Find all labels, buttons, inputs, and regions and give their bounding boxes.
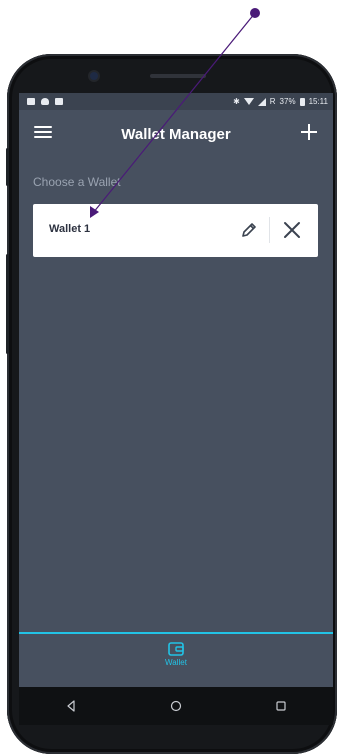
divider <box>269 217 270 243</box>
app-screen: ✱ R 37% 15:11 Wallet Manager Choose a Wa… <box>19 93 333 687</box>
roaming-indicator: R <box>269 97 276 106</box>
system-navigation-bar <box>19 687 333 725</box>
wallet-name: Wallet 1 <box>49 223 91 235</box>
image-notification-icon <box>55 98 63 105</box>
close-icon[interactable] <box>281 219 303 241</box>
battery-percent: 37% <box>279 97 296 106</box>
notification-icon <box>41 98 49 105</box>
battery-icon <box>299 97 305 106</box>
app-bar: Wallet Manager <box>19 110 333 158</box>
bottom-navigation: Wallet <box>19 632 333 687</box>
nav-tab-label: Wallet <box>165 658 187 667</box>
wifi-icon <box>243 98 254 105</box>
back-icon[interactable] <box>61 696 81 716</box>
recents-icon[interactable] <box>271 696 291 716</box>
wallet-list-item[interactable]: Wallet 1 <box>33 204 318 257</box>
nav-tab-wallet[interactable]: Wallet <box>156 642 196 682</box>
add-wallet-icon[interactable] <box>299 122 319 142</box>
section-label: Choose a Wallet <box>33 175 121 189</box>
status-bar: ✱ R 37% 15:11 <box>19 93 333 110</box>
signal-icon <box>257 97 266 106</box>
front-camera <box>90 72 98 80</box>
page-title: Wallet Manager <box>121 125 231 143</box>
clock: 15:11 <box>308 97 328 106</box>
notification-icon <box>27 98 35 105</box>
earpiece <box>150 74 206 78</box>
bluetooth-icon: ✱ <box>233 97 240 106</box>
annotation-dot <box>250 8 260 18</box>
volume-button <box>6 148 9 186</box>
hamburger-menu-icon[interactable] <box>34 124 52 140</box>
power-button <box>6 254 9 354</box>
wallet-icon <box>168 642 184 656</box>
home-icon[interactable] <box>166 696 186 716</box>
pencil-icon[interactable] <box>239 220 259 240</box>
